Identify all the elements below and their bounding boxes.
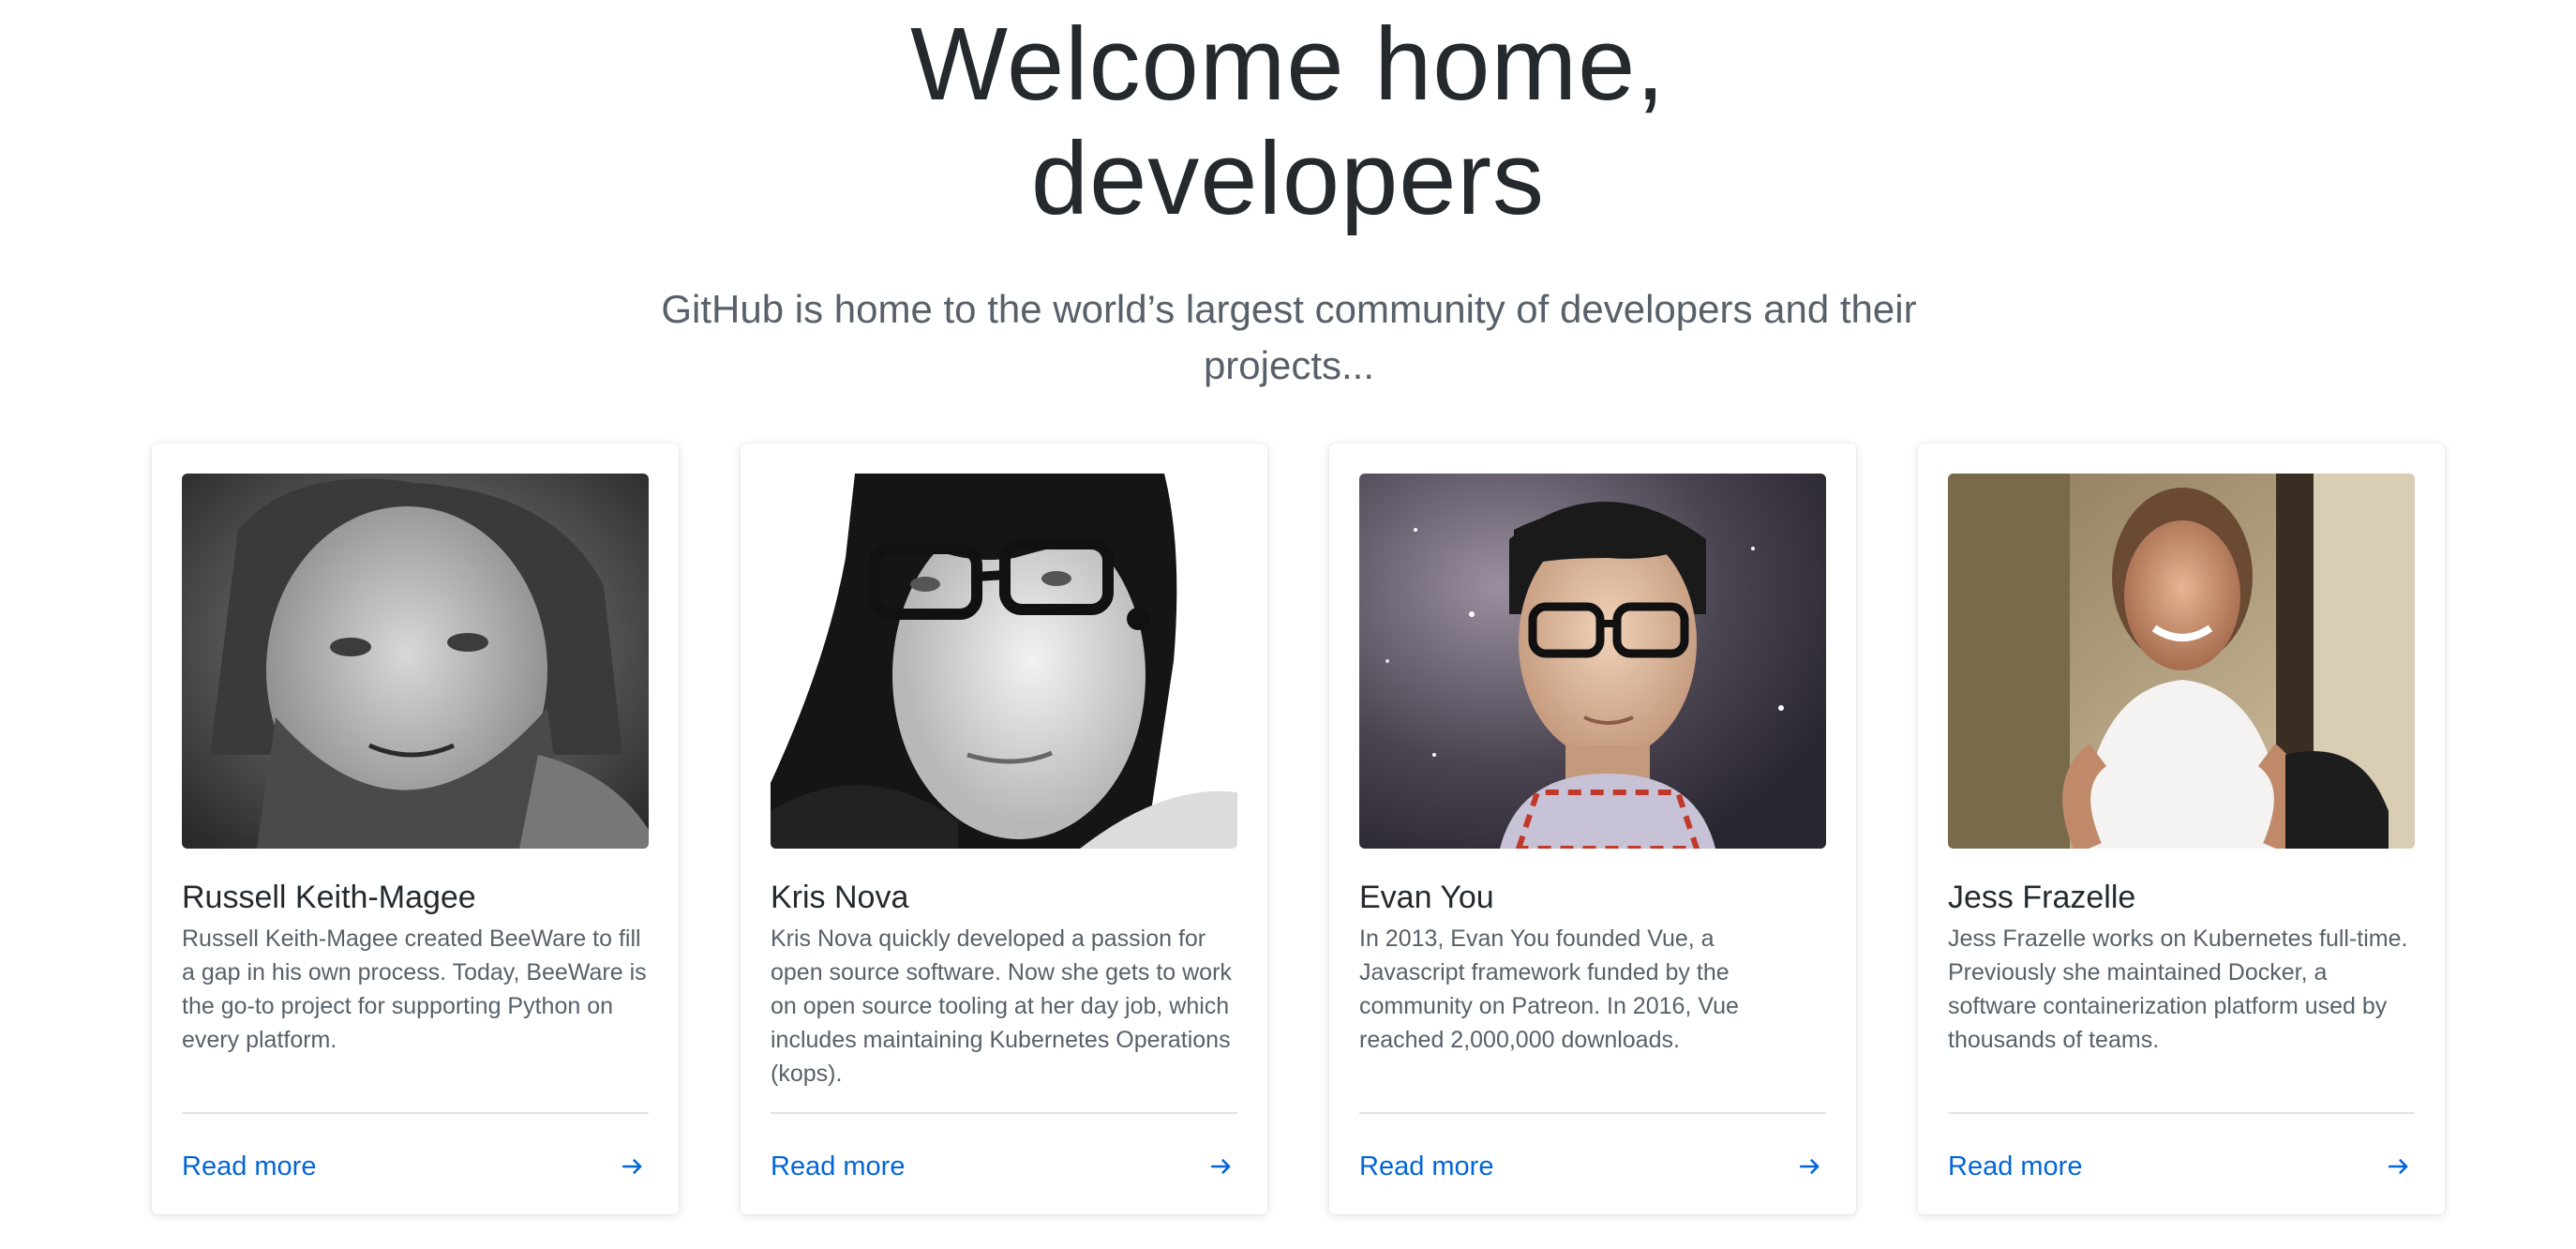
hero-title-line-1: Welcome home,	[910, 7, 1666, 122]
portrait-image	[1948, 474, 2415, 849]
developer-photo	[1359, 474, 1826, 849]
developer-bio: Russell Keith-Magee created BeeWare to f…	[182, 925, 647, 1053]
arrow-right-icon	[1209, 1154, 1234, 1179]
developer-name: Kris Nova	[771, 880, 909, 915]
read-more-label: Read more	[182, 1151, 317, 1181]
hero-title-line-2: developers	[1030, 121, 1546, 236]
developer-card: Jess Frazelle Jess Frazelle works on Kub…	[1918, 444, 2445, 1214]
hero-title: Welcome home, developers	[0, 8, 2576, 236]
arrow-right-icon	[2387, 1154, 2411, 1179]
card-divider	[182, 1112, 649, 1114]
portrait-image	[1359, 474, 1826, 849]
developer-name: Jess Frazelle	[1948, 880, 2136, 915]
arrow-right-icon	[1798, 1154, 1822, 1179]
developer-card: Evan You In 2013, Evan You founded Vue, …	[1329, 444, 1856, 1214]
read-more-link[interactable]: Read more	[771, 1146, 1237, 1187]
portrait-image	[771, 474, 1237, 849]
developer-name: Evan You	[1359, 880, 1494, 915]
card-divider	[1359, 1112, 1826, 1114]
arrow-right-icon	[621, 1154, 645, 1179]
read-more-link[interactable]: Read more	[182, 1146, 649, 1187]
developer-cards: Russell Keith-Magee Russell Keith-Magee …	[152, 444, 2445, 1214]
hero-subtitle: GitHub is home to the world’s largest co…	[661, 287, 1917, 387]
read-more-link[interactable]: Read more	[1359, 1146, 1826, 1187]
card-divider	[1948, 1112, 2415, 1114]
developer-card: Kris Nova Kris Nova quickly developed a …	[741, 444, 1267, 1214]
developer-card: Russell Keith-Magee Russell Keith-Magee …	[152, 444, 679, 1214]
developer-bio: In 2013, Evan You founded Vue, a Javascr…	[1359, 925, 1739, 1053]
portrait-image	[182, 474, 649, 849]
read-more-label: Read more	[1359, 1151, 1494, 1181]
read-more-label: Read more	[1948, 1151, 2083, 1181]
developer-photo	[1948, 474, 2415, 849]
read-more-label: Read more	[771, 1151, 906, 1181]
developer-bio: Jess Frazelle works on Kubernetes full-t…	[1948, 925, 2408, 1053]
developer-name: Russell Keith-Magee	[182, 880, 476, 915]
developer-photo	[182, 474, 649, 849]
developer-photo	[771, 474, 1237, 849]
read-more-link[interactable]: Read more	[1948, 1146, 2415, 1187]
developer-bio: Kris Nova quickly developed a passion fo…	[771, 925, 1232, 1087]
card-divider	[771, 1112, 1237, 1114]
